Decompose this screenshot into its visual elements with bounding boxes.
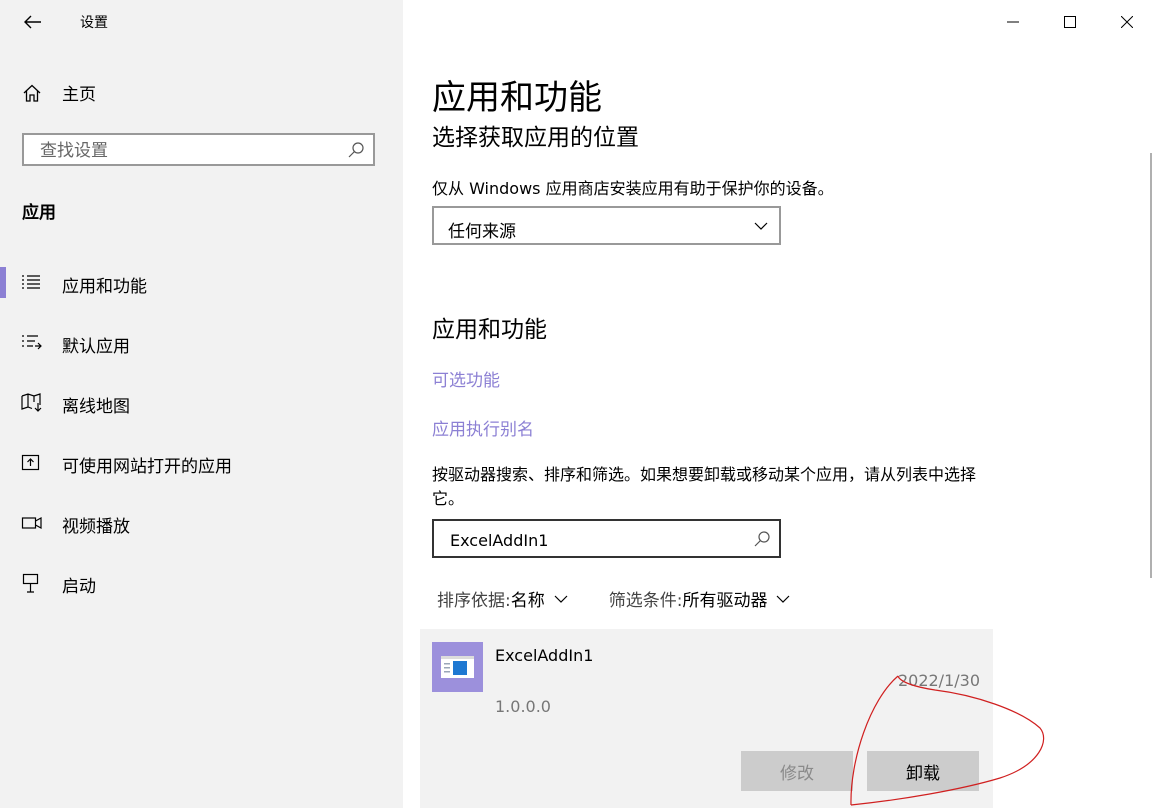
chevron-down-icon <box>777 595 790 603</box>
app-search-input[interactable] <box>448 529 752 551</box>
sidebar-item-label: 离线地图 <box>62 397 130 417</box>
install-source-title: 选择获取应用的位置 <box>432 125 639 151</box>
sidebar-item-video-playback[interactable]: 视频播放 <box>0 493 403 553</box>
sort-filter-row: 排序依据: 名称 筛选条件: 所有驱动器 <box>437 586 791 611</box>
uninstall-button[interactable]: 卸载 <box>867 751 979 791</box>
sidebar-item-label: 应用和功能 <box>62 277 147 297</box>
selected-indicator <box>0 267 6 298</box>
app-list-item[interactable]: ExcelAddIn1 2022/1/30 1.0.0.0 修改 卸载 <box>420 629 993 808</box>
install-source-value: 任何来源 <box>448 222 516 242</box>
home-icon <box>23 84 41 102</box>
default-apps-icon <box>22 335 42 350</box>
app-search-box[interactable] <box>432 519 781 558</box>
sidebar-item-label: 视频播放 <box>62 517 130 537</box>
startup-icon <box>22 573 39 593</box>
sidebar-item-apps-for-websites[interactable]: 可使用网站打开的应用 <box>0 433 403 493</box>
window-app-icon <box>441 656 474 678</box>
sort-by-value: 名称 <box>510 591 545 611</box>
chevron-down-icon <box>754 222 768 230</box>
search-icon[interactable] <box>347 141 365 159</box>
settings-window: 设置 主页 应用 应用和功能 <box>0 0 1155 808</box>
app-version: 1.0.0.0 <box>495 697 551 716</box>
minimize-button[interactable] <box>984 0 1041 44</box>
app-name: ExcelAddIn1 <box>495 646 594 665</box>
chevron-down-icon <box>554 595 568 603</box>
sidebar-item-default-apps[interactable]: 默认应用 <box>0 313 403 373</box>
window-controls <box>984 0 1155 44</box>
sidebar-nav: 应用和功能 默认应用 离线地图 可使用网站打开的应用 视频播放 启动 <box>0 253 403 613</box>
search-icon[interactable] <box>753 530 771 548</box>
maximize-button[interactable] <box>1041 0 1098 44</box>
video-playback-icon <box>21 516 42 530</box>
page-title: 应用和功能 <box>432 78 602 118</box>
optional-features-link[interactable]: 可选功能 <box>432 366 500 391</box>
sidebar-item-label: 默认应用 <box>62 337 130 357</box>
sidebar: 设置 主页 应用 应用和功能 <box>0 0 403 808</box>
window-title: 设置 <box>80 15 108 31</box>
scrollbar[interactable] <box>1150 153 1152 578</box>
minimize-icon <box>1006 21 1019 23</box>
app-install-date: 2022/1/30 <box>897 671 980 690</box>
app-execution-aliases-link[interactable]: 应用执行别名 <box>432 415 534 440</box>
sidebar-section-header: 应用 <box>22 203 56 223</box>
install-source-dropdown[interactable]: 任何来源 <box>432 206 781 245</box>
offline-maps-icon <box>21 393 42 412</box>
apps-help-text: 按驱动器搜索、排序和筛选。如果想要卸载或移动某个应用，请从列表中选择它。 <box>432 465 977 508</box>
sort-by-dropdown[interactable]: 排序依据: 名称 <box>437 586 569 611</box>
back-button[interactable] <box>18 8 48 36</box>
settings-search-box[interactable] <box>22 133 375 166</box>
sidebar-item-startup[interactable]: 启动 <box>0 553 403 613</box>
home-label: 主页 <box>62 85 96 105</box>
sidebar-item-label: 启动 <box>62 577 96 597</box>
back-arrow-icon <box>24 15 41 29</box>
sidebar-item-apps-features[interactable]: 应用和功能 <box>0 253 403 313</box>
sidebar-item-home[interactable]: 主页 <box>22 80 96 105</box>
close-button[interactable] <box>1098 0 1155 44</box>
sidebar-item-offline-maps[interactable]: 离线地图 <box>0 373 403 433</box>
close-icon <box>1120 16 1133 28</box>
filter-label: 筛选条件: <box>608 591 683 611</box>
filter-dropdown[interactable]: 筛选条件: 所有驱动器 <box>609 586 792 611</box>
apps-features-icon <box>22 275 40 289</box>
install-source-description: 仅从 Windows 应用商店安装应用有助于保护你的设备。 <box>432 179 834 198</box>
settings-search-input[interactable] <box>38 140 342 162</box>
modify-button[interactable]: 修改 <box>741 751 853 791</box>
apps-for-websites-icon <box>21 454 40 471</box>
app-icon <box>432 642 483 692</box>
sort-by-label: 排序依据: <box>437 591 511 611</box>
sidebar-item-label: 可使用网站打开的应用 <box>62 457 232 477</box>
filter-value: 所有驱动器 <box>682 591 768 611</box>
apps-section-title: 应用和功能 <box>432 317 547 343</box>
maximize-icon <box>1063 16 1076 28</box>
main-content: 应用和功能 选择获取应用的位置 仅从 Windows 应用商店安装应用有助于保护… <box>403 0 1155 808</box>
